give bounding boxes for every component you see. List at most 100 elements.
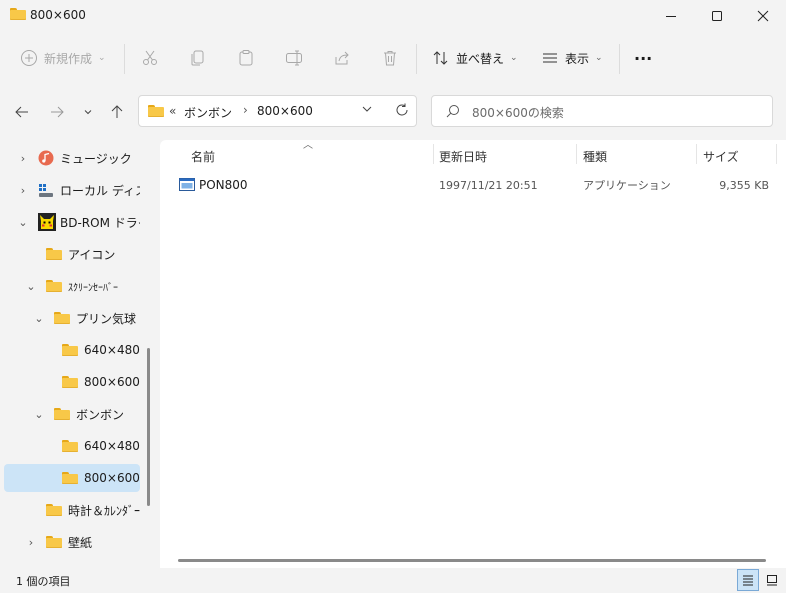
new-button[interactable]: 新規作成 ⌄ <box>20 34 106 82</box>
back-button[interactable] <box>9 92 35 132</box>
folder-icon <box>62 344 78 356</box>
close-icon <box>757 10 769 22</box>
view-button-label: 表示 <box>565 51 590 66</box>
copy-button[interactable] <box>189 34 207 82</box>
tree-item-bonbon[interactable]: ⌄ ボンボン <box>4 400 140 428</box>
folder-icon <box>46 536 62 548</box>
minimize-icon <box>666 16 676 17</box>
column-divider[interactable] <box>776 144 777 164</box>
details-view-button[interactable] <box>737 569 759 591</box>
share-icon <box>335 51 349 65</box>
maximize-button[interactable] <box>694 0 740 32</box>
tree-item-icons[interactable]: アイコン <box>4 240 140 268</box>
tree-item-music[interactable]: › ミュージック <box>4 144 140 172</box>
address-bar[interactable]: « ボンボン › 800×600 <box>138 95 417 127</box>
file-type: アプリケーション <box>583 179 671 192</box>
navigation-pane-scrollbar[interactable] <box>147 348 150 506</box>
tree-item-bd-rom-drive[interactable]: ⌄ BD-ROM ドライブ <box>4 208 140 236</box>
column-header-type[interactable]: 種類 <box>583 144 607 168</box>
column-divider[interactable] <box>576 144 577 164</box>
tree-item-label: ボンボン <box>76 407 125 422</box>
sort-button-label: 並べ替え <box>456 51 505 66</box>
column-header-size[interactable]: サイズ <box>703 144 739 168</box>
breadcrumb-overflow[interactable]: « <box>169 104 176 118</box>
chevron-down-icon[interactable]: ⌄ <box>32 312 46 325</box>
share-button[interactable] <box>333 34 351 82</box>
tree-item-label: 800×600 <box>84 471 140 485</box>
cut-button[interactable] <box>141 34 159 82</box>
more-options-button[interactable]: ··· <box>634 34 652 82</box>
column-divider[interactable] <box>696 144 697 164</box>
chevron-right-icon[interactable]: › <box>16 152 30 165</box>
maximize-icon <box>712 11 722 21</box>
tree-item-label: ミュージック <box>60 151 132 166</box>
item-count: 1 個の項目 <box>16 575 71 588</box>
toolbar-divider <box>124 44 125 74</box>
title-bar: 800×600 <box>0 0 786 32</box>
folder-icon <box>54 312 70 324</box>
chevron-right-icon[interactable]: › <box>24 536 38 549</box>
up-button[interactable] <box>104 92 130 132</box>
refresh-button[interactable] <box>395 103 409 120</box>
tree-item-label: アイコン <box>68 247 116 262</box>
tree-item-bonbon-640x480[interactable]: 640×480 <box>4 432 140 460</box>
table-row[interactable]: PON800 1997/11/21 20:51 アプリケーション 9,355 K… <box>172 174 784 196</box>
toolbar-divider <box>416 44 417 74</box>
tree-item-label: BD-ROM ドライブ <box>60 215 140 230</box>
tree-item-label: ローカル ディスク ( <box>60 183 140 198</box>
address-dropdown-button[interactable] <box>361 103 373 118</box>
breadcrumb-current[interactable]: 800×600 <box>257 104 313 118</box>
file-modified: 1997/11/21 20:51 <box>439 178 538 192</box>
chevron-down-icon[interactable]: ⌄ <box>16 216 30 229</box>
tree-item-wallpaper[interactable]: › 壁紙 <box>4 528 140 556</box>
tree-item-bonbon-800x600[interactable]: 800×600 <box>4 464 140 492</box>
column-header-modified[interactable]: 更新日時 <box>439 144 487 168</box>
tree-item-purin-balloon[interactable]: ⌄ プリン気球 <box>4 304 140 332</box>
tree-item-screensaver[interactable]: ⌄ ｽｸﾘｰﾝｾｰﾊﾞｰ <box>4 272 140 300</box>
status-bar: 1 個の項目 <box>0 568 786 593</box>
column-header-name[interactable]: 名前 <box>191 144 215 168</box>
tree-item-label: ｽｸﾘｰﾝｾｰﾊﾞｰ <box>68 282 118 294</box>
folder-icon <box>62 376 78 388</box>
rename-button[interactable] <box>285 34 303 82</box>
folder-icon <box>62 472 78 484</box>
breadcrumb-separator: › <box>243 103 248 117</box>
window-title: 800×600 <box>30 8 86 22</box>
chevron-down-icon: ⌄ <box>595 53 603 63</box>
file-size: 9,355 KB <box>719 178 769 192</box>
sort-button[interactable]: 並べ替え ⌄ <box>432 34 518 82</box>
tree-item-purin-640x480[interactable]: 640×480 <box>4 336 140 364</box>
chevron-down-icon[interactable]: ⌄ <box>32 408 46 421</box>
application-icon <box>179 178 195 191</box>
paste-button[interactable] <box>237 34 255 82</box>
chevron-down-icon[interactable]: ⌄ <box>24 280 38 293</box>
tree-item-label: 時計＆ｶﾚﾝﾀﾞｰ <box>68 503 140 518</box>
delete-button[interactable] <box>381 34 399 82</box>
recent-locations-button[interactable] <box>75 92 101 132</box>
command-bar: 新規作成 ⌄ 並べ替え ⌄ 表示 ⌄ ··· <box>0 34 786 82</box>
column-divider[interactable] <box>433 144 434 164</box>
arrow-up-icon <box>111 105 123 118</box>
details-view-icon <box>743 575 753 586</box>
plus-circle-icon <box>21 50 37 66</box>
view-button[interactable]: 表示 ⌄ <box>541 34 603 82</box>
tree-item-clock-calendar[interactable]: 時計＆ｶﾚﾝﾀﾞｰ <box>4 496 140 524</box>
large-icons-view-button[interactable] <box>761 569 783 591</box>
toolbar-divider <box>619 44 620 74</box>
chevron-right-icon[interactable]: › <box>16 184 30 197</box>
navigation-row: « ボンボン › 800×600 800×600の検索 <box>0 92 786 132</box>
sort-ascending-icon: ︿ <box>303 140 313 151</box>
minimize-button[interactable] <box>648 0 694 32</box>
forward-button[interactable] <box>44 92 70 132</box>
refresh-icon <box>396 103 408 116</box>
search-box[interactable]: 800×600の検索 <box>431 95 773 127</box>
tree-item-local-disk[interactable]: › ローカル ディスク ( <box>4 176 140 204</box>
close-button[interactable] <box>740 0 786 32</box>
breadcrumb-bonbon[interactable]: ボンボン <box>184 104 232 121</box>
horizontal-scrollbar[interactable] <box>178 559 766 562</box>
pikachu-drive-icon <box>38 213 56 231</box>
tree-item-purin-800x600[interactable]: 800×600 <box>4 368 140 396</box>
search-placeholder: 800×600の検索 <box>472 106 564 120</box>
file-list: ︿ 名前 更新日時 種類 サイズ PON800 1997/11/21 20:51… <box>160 140 786 568</box>
folder-icon <box>46 248 62 260</box>
